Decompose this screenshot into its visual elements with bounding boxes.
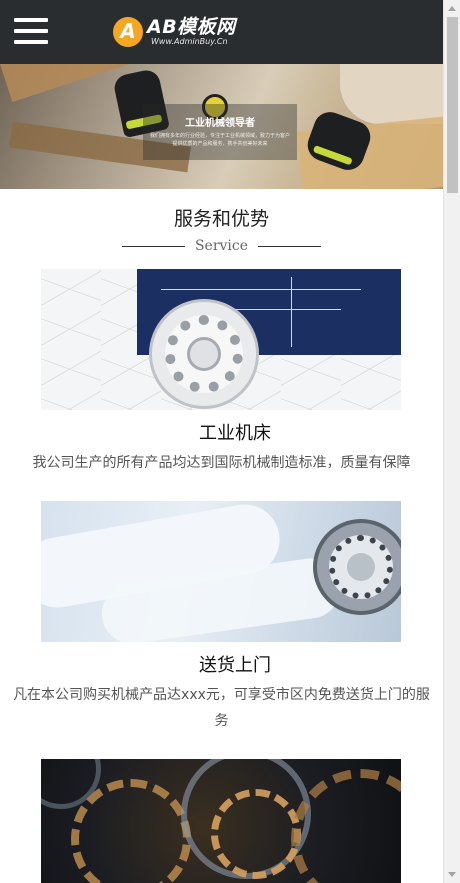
hamburger-menu-icon[interactable]: [14, 18, 48, 46]
section-subtitle-text: Service: [194, 238, 249, 254]
scroll-up-icon[interactable]: [448, 6, 456, 11]
logo-subtitle: Www.AdminBuy.Cn: [151, 37, 228, 46]
banner-caption-text: 我们拥有多年的行业经验，专注于工业机械领域，致力于为客户提供优质的产品和服务，携…: [149, 133, 290, 147]
service-description: 凡在本公司购买机械产品达xxx元，可享受市区内免费送货上门的服务: [13, 687, 430, 729]
hero-banner[interactable]: 工业机械领导者 我们拥有多年的行业经验，专注于工业机械领域，致力于为客户提供优质…: [0, 64, 443, 189]
section-subtitle: Service: [122, 236, 321, 256]
divider: [258, 245, 321, 247]
scroll-down-icon[interactable]: [448, 872, 456, 877]
section-title: 服务和优势: [173, 208, 269, 230]
service-image-machine-tool[interactable]: [41, 269, 401, 410]
divider: [122, 245, 185, 247]
banner-caption: 工业机械领导者 我们拥有多年的行业经验，专注于工业机械领域，致力于为客户提供优质…: [143, 104, 297, 160]
scroll-thumb[interactable]: [447, 17, 458, 193]
service-description: 我公司生产的所有产品均达到国际机械制造标准，质量有保障: [32, 455, 411, 471]
vertical-scrollbar[interactable]: [443, 0, 460, 883]
service-image-delivery[interactable]: [41, 501, 401, 642]
banner-caption-title: 工业机械领导者: [185, 118, 255, 129]
service-image-gears[interactable]: [41, 759, 401, 883]
service-title: 工业机床: [199, 423, 271, 444]
logo-title: AB模板网: [147, 16, 236, 38]
ab-logo-icon: [113, 17, 143, 47]
site-header: AB模板网 Www.AdminBuy.Cn: [0, 0, 443, 64]
site-logo[interactable]: AB模板网 Www.AdminBuy.Cn: [113, 14, 236, 50]
service-title: 送货上门: [199, 655, 271, 676]
